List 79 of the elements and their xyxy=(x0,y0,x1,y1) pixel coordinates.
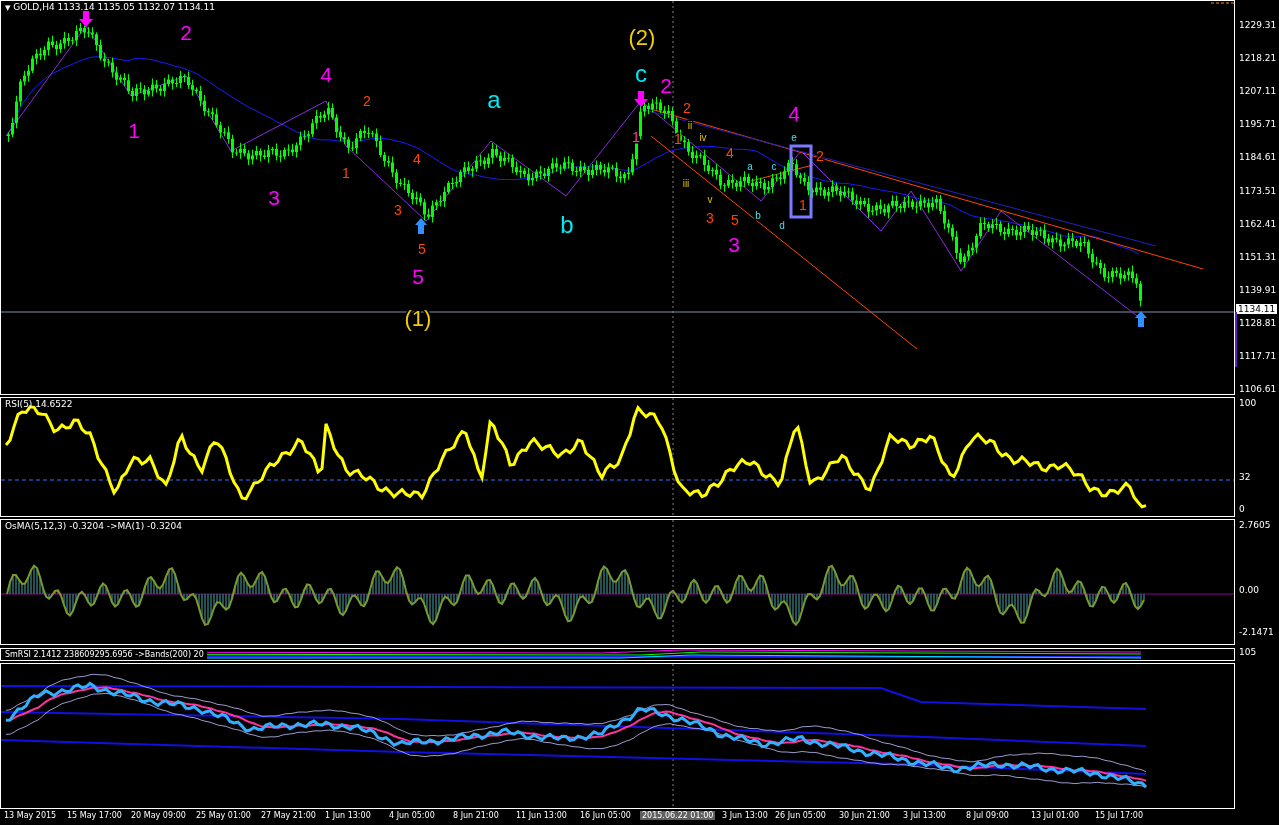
time-axis-label: 13 May 2015 xyxy=(4,811,57,820)
wave-label: 4 xyxy=(320,62,332,86)
wave-label: 1 xyxy=(799,196,807,213)
wave-label: ii xyxy=(687,119,693,131)
price-axis-label: 1229.31 xyxy=(1239,20,1277,30)
indicator-axis-label: 32 xyxy=(1239,472,1251,482)
level-line xyxy=(1210,2,1234,4)
wave-label: a xyxy=(487,86,501,114)
time-axis-label: 30 Jun 21:00 xyxy=(839,811,890,820)
time-axis-label: 2015.06.22 01:00 xyxy=(640,811,716,820)
price-axis-label: 1151.31 xyxy=(1239,251,1277,262)
price-axis-label: 1207.11 xyxy=(1239,86,1277,97)
time-axis-label: 20 May 09:00 xyxy=(131,811,186,820)
wave-label: 5 xyxy=(412,264,424,288)
wave-label: b xyxy=(755,209,761,221)
indicator-title: RSI(5) 14.6522 xyxy=(5,399,73,409)
price-axis-label: 1184.61 xyxy=(1239,152,1277,163)
wave-label: 3 xyxy=(394,201,402,218)
time-axis-label: 26 Jun 05:00 xyxy=(775,811,826,820)
time-axis-label: 8 Jun 21:00 xyxy=(453,811,499,820)
up-arrow-icon xyxy=(415,218,427,234)
wave-label: 2 xyxy=(363,92,371,109)
wave-label: (1) xyxy=(404,305,432,331)
time-axis-label: 8 Jul 09:00 xyxy=(966,811,1009,820)
time-axis-label: 1 Jun 13:00 xyxy=(325,811,371,820)
down-arrow-icon xyxy=(79,11,93,27)
indicator-axis-label: 105 xyxy=(1239,647,1257,657)
wave-label: a xyxy=(747,160,753,172)
wave-label: (2) xyxy=(628,24,656,50)
wave-label: 2 xyxy=(683,99,691,116)
wave-label: 3 xyxy=(268,185,280,209)
time-axis-label: 13 Jul 01:00 xyxy=(1031,811,1079,820)
time-axis-label: 4 Jun 05:00 xyxy=(389,811,435,820)
wave-label: 3 xyxy=(728,232,740,256)
wave-label: 5 xyxy=(731,211,739,228)
wave-label: 1 xyxy=(128,118,140,142)
indicator-axis-label: 0 xyxy=(1239,504,1245,514)
wave-label: 5 xyxy=(418,240,426,257)
wave-label: d xyxy=(779,219,785,231)
wave-label: b xyxy=(560,211,574,239)
time-axis-label: 27 May 21:00 xyxy=(261,811,316,820)
price-axis-label: 1139.91 xyxy=(1239,284,1277,295)
time-axis-label: 16 Jun 05:00 xyxy=(580,811,631,820)
price-axis-label: 1173.51 xyxy=(1239,185,1277,196)
time-axis-label: 15 Jul 17:00 xyxy=(1095,811,1143,820)
current-price-tag: 1134.11 xyxy=(1236,304,1278,314)
wave-label: 2 xyxy=(180,20,192,44)
wave-label: iii xyxy=(682,177,690,189)
wave-label: c xyxy=(771,160,777,172)
up-arrow-icon xyxy=(1135,311,1147,327)
chart-header-text: GOLD,H4 1133.14 1135.05 1132.07 1134.11 xyxy=(13,2,215,12)
wave-label: 4 xyxy=(726,144,734,161)
wave-label: 4 xyxy=(788,101,800,125)
wave-label: v xyxy=(707,193,713,205)
price-axis-label: 1162.41 xyxy=(1239,218,1277,229)
wave-label: iv xyxy=(699,131,707,143)
time-axis-label: 15 May 17:00 xyxy=(67,811,122,820)
down-arrow-icon xyxy=(634,91,648,107)
price-axis-label: 1128.81 xyxy=(1239,317,1277,328)
time-axis-label: 3 Jun 13:00 xyxy=(722,811,768,820)
indicator-axis-label: 2.7605 xyxy=(1239,520,1271,530)
wave-label: 4 xyxy=(413,150,421,167)
wave-label: 3 xyxy=(706,209,714,226)
indicator-axis-label: 0.00 xyxy=(1239,585,1260,595)
time-axis-label: 11 Jun 13:00 xyxy=(516,811,567,820)
price-axis-label: 1218.21 xyxy=(1239,53,1277,64)
price-axis-label: 1117.71 xyxy=(1239,351,1277,361)
indicator-axis-label: 100 xyxy=(1239,398,1257,408)
price-axis-label: 1106.61 xyxy=(1239,384,1277,395)
time-axis-label: 3 Jul 13:00 xyxy=(903,811,946,820)
indicator-title: SmRSI 2.1412 238609295.6956 ->Bands(200) 20 xyxy=(5,649,207,660)
time-axis-label: 25 May 01:00 xyxy=(196,811,251,820)
wave-label: c xyxy=(635,60,647,88)
indicator-title: OsMA(5,12,3) -0.3204 ->MA(1) -0.3204 xyxy=(5,521,182,531)
indicator-axis-label: -2.1471 xyxy=(1239,627,1274,637)
wave-label: 1 xyxy=(342,164,350,181)
price-axis-label: 1195.71 xyxy=(1239,119,1277,130)
wave-label: e xyxy=(791,131,797,143)
wave-label: 2 xyxy=(660,73,672,97)
